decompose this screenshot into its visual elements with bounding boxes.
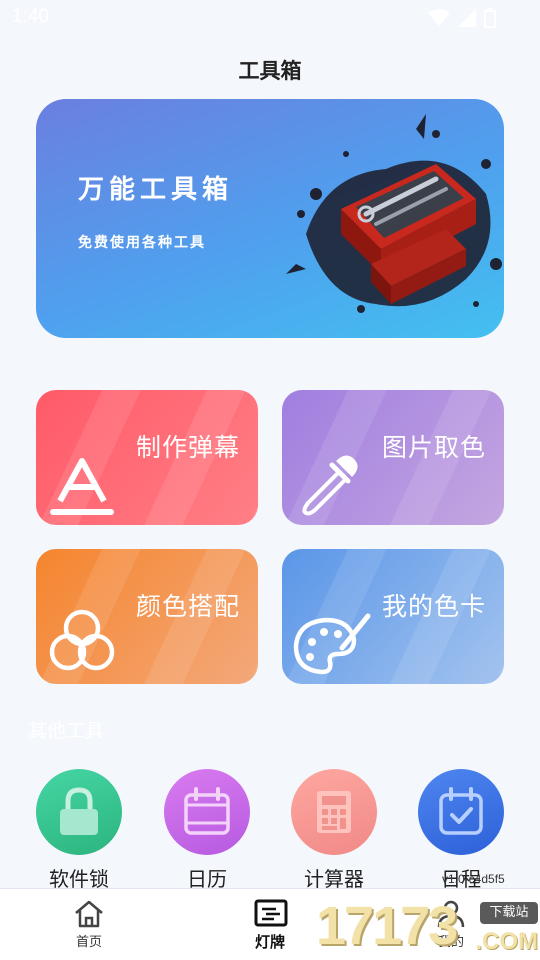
sign-icon: [254, 899, 288, 927]
other-tool-schedule[interactable]: 日程: [400, 769, 520, 891]
wifi-icon: [428, 9, 450, 26]
signal-icon: [458, 9, 476, 27]
status-bar: 1:40: [0, 0, 540, 36]
tool-label: 图片取色: [381, 433, 486, 462]
tool-label: 我的色卡: [381, 592, 486, 621]
app-lock-circle: [36, 769, 122, 855]
site-watermark: 17173 下载站 .COM: [316, 896, 540, 960]
battery-icon: [484, 8, 496, 28]
calculator-circle: [291, 769, 377, 855]
schedule-icon: [439, 787, 483, 835]
watermark-digits: 17173: [316, 896, 458, 956]
nav-label: 首页: [75, 935, 102, 950]
nav-label: 灯牌: [254, 933, 285, 951]
tool-card-color-picker[interactable]: 图片取色: [282, 390, 504, 525]
schedule-circle: [418, 769, 504, 855]
eyedropper-icon: [302, 455, 358, 516]
watermark-suffix: .COM: [475, 928, 538, 955]
other-tool-app-lock[interactable]: 软件锁: [18, 769, 138, 891]
nav-item-sign[interactable]: 灯牌: [210, 889, 330, 960]
lock-icon: [60, 787, 98, 835]
version-text: v1.0-c4d5f5: [442, 872, 505, 886]
calculator-icon: [317, 791, 351, 833]
other-tools-title: 其他工具: [28, 720, 105, 742]
home-icon: [75, 900, 103, 928]
other-tool-calendar[interactable]: 日历: [146, 769, 266, 891]
status-icons: [428, 8, 496, 28]
status-time: 1:40: [12, 6, 49, 27]
watermark-tag: 下载站: [480, 902, 538, 924]
nav-item-home[interactable]: 首页: [29, 889, 149, 960]
other-tool-calculator[interactable]: 计算器: [273, 769, 393, 891]
tool-card-color-match[interactable]: 颜色搭配: [36, 549, 258, 684]
banner-title: 万能工具箱: [78, 175, 234, 205]
banner-subtitle: 免费使用各种工具: [78, 235, 206, 251]
calendar-icon: [184, 787, 230, 835]
tool-label: 制作弹幕: [135, 433, 240, 462]
toolbox-illustration: [286, 114, 502, 313]
palette-icon: [293, 613, 371, 675]
banner[interactable]: 万能工具箱 免费使用各种工具: [36, 99, 504, 338]
tool-card-barrage[interactable]: 制作弹幕: [36, 390, 258, 525]
tool-label: 颜色搭配: [135, 592, 240, 621]
letter-a-icon: [50, 458, 114, 515]
calendar-circle: [164, 769, 250, 855]
color-circles-icon: [49, 609, 115, 671]
tool-card-my-palette[interactable]: 我的色卡: [282, 549, 504, 684]
page-title: 工具箱: [238, 59, 302, 83]
